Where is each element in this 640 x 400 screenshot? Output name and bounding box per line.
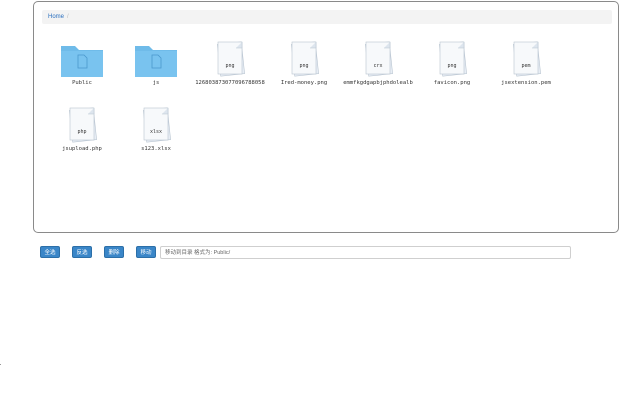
file-item[interactable]: php jsupload.php	[42, 102, 116, 168]
file-icon: png	[208, 40, 252, 80]
file-type-label: png	[447, 63, 456, 69]
move-button[interactable]: 移动	[136, 246, 156, 258]
folder-icon	[60, 40, 104, 80]
file-type-label: php	[77, 129, 86, 135]
file-icon: xlsx	[134, 106, 178, 146]
file-type-label: pem	[521, 63, 530, 69]
file-type-label: png	[225, 63, 234, 69]
file-type-label: xlsx	[150, 129, 162, 135]
delete-button[interactable]: 删除	[104, 246, 124, 258]
file-item[interactable]: xlsx s123.xlsx	[116, 102, 190, 168]
file-name-label: Public	[72, 80, 92, 86]
file-item[interactable]: pem jsextension.pem	[486, 36, 560, 102]
select-all-button[interactable]: 全选	[40, 246, 60, 258]
invert-selection-button[interactable]: 反选	[72, 246, 92, 258]
file-name-label: Ired-money.png	[280, 80, 328, 86]
file-browser-panel: Home / Public js png 126803873077096788058 pn…	[33, 1, 619, 233]
file-name-label: 126803873077096788058	[195, 80, 265, 86]
file-name-label: emmfkgdgapbjphdolealb	[343, 80, 413, 86]
breadcrumb-separator: /	[67, 14, 69, 20]
file-icon: php	[60, 106, 104, 146]
file-name-label: jsupload.php	[62, 146, 102, 152]
folder-item[interactable]: Public	[42, 36, 116, 102]
file-item[interactable]: png Ired-money.png	[264, 36, 338, 102]
folder-item[interactable]: js	[116, 36, 190, 102]
file-item[interactable]: crx emmfkgdgapbjphdolealb	[338, 36, 413, 102]
file-name-label: favicon.png	[433, 80, 471, 86]
stray-dot	[0, 364, 1, 365]
file-type-label: crx	[373, 63, 382, 69]
breadcrumb: Home /	[42, 10, 612, 24]
file-item[interactable]: png 126803873077096788058	[190, 36, 265, 102]
file-item[interactable]: png favicon.png	[412, 36, 486, 102]
file-type-label: png	[299, 63, 308, 69]
file-icon: pem	[504, 40, 548, 80]
move-destination-input[interactable]	[160, 246, 571, 259]
folder-icon	[134, 40, 178, 80]
file-grid: Public js png 126803873077096788058 png Ired-…	[42, 36, 602, 168]
file-icon: crx	[356, 40, 400, 80]
file-name-label: s123.xlsx	[141, 146, 171, 152]
file-name-label: js	[152, 80, 160, 86]
file-icon: png	[282, 40, 326, 80]
breadcrumb-home-link[interactable]: Home	[48, 14, 64, 20]
file-icon: png	[430, 40, 474, 80]
file-name-label: jsextension.pem	[501, 80, 551, 86]
